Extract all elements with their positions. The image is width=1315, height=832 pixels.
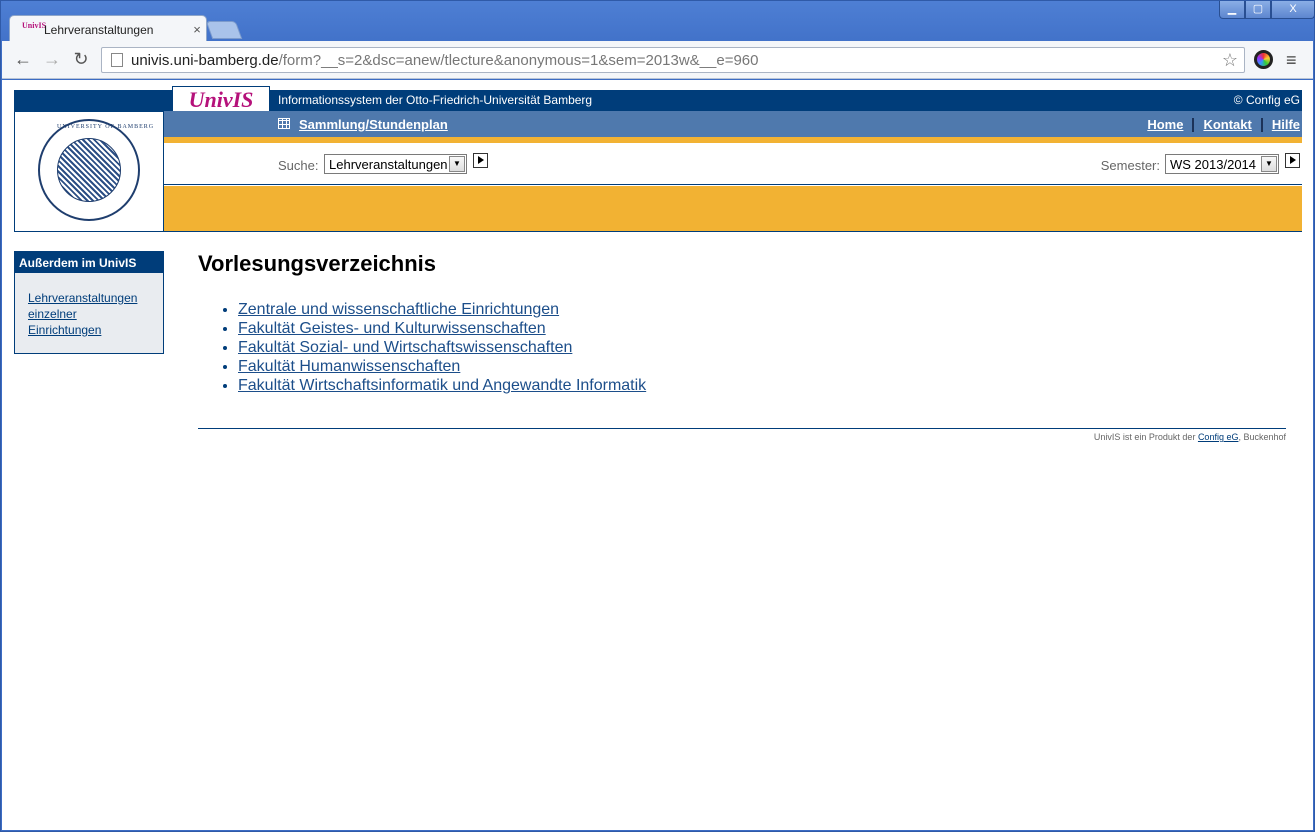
tab-strip: UnivIS Lehrveranstaltungen × [1, 1, 1314, 43]
link-separator [1260, 118, 1263, 132]
bookmark-star-icon[interactable]: ☆ [1222, 50, 1238, 71]
menu-icon[interactable]: ≡ [1286, 50, 1297, 71]
search-label: Suche: [278, 158, 319, 173]
faculty-link[interactable]: Zentrale und wissenschaftliche Einrichtu… [238, 301, 559, 318]
list-item: Fakultät Geistes- und Kulturwissenschaft… [238, 319, 1286, 338]
footer-suffix: , Buckenhof [1238, 432, 1286, 442]
top-links: Home Kontakt Hilfe [1147, 117, 1300, 132]
semester-select[interactable]: WS 2013/2014 ▼ [1165, 154, 1279, 174]
list-item: Zentrale und wissenschaftliche Einrichtu… [238, 300, 1286, 319]
faculty-link[interactable]: Fakultät Sozial- und Wirtschaftswissensc… [238, 339, 572, 356]
page-icon [111, 53, 123, 67]
univis-page: UNIVERSITY OF BAMBERG UnivIS Information… [14, 86, 1302, 442]
main-content: Vorlesungsverzeichnis Zentrale und wisse… [198, 251, 1286, 395]
nav-bar: Sammlung/Stundenplan Home Kontakt Hilfe [164, 111, 1302, 137]
search-type-select[interactable]: Lehrveranstaltungen ▼ [324, 154, 467, 174]
calendar-grid-icon [278, 118, 290, 129]
address-bar[interactable]: univis.uni-bamberg.de /form?__s=2&dsc=an… [101, 47, 1245, 73]
sidebar-box: Außerdem im UnivIS Lehrveranstaltungen e… [14, 251, 164, 354]
semester-go-button[interactable] [1285, 153, 1300, 168]
sidebar-link-lehrveranstaltungen[interactable]: Lehrveranstaltungen einzelner Einrichtun… [28, 290, 150, 338]
list-item: Fakultät Sozial- und Wirtschaftswissensc… [238, 338, 1286, 357]
seal-crest [57, 138, 121, 202]
search-go-button[interactable] [473, 153, 488, 168]
list-item: Fakultät Wirtschaftsinformatik und Angew… [238, 376, 1286, 395]
faculty-list: Zentrale und wissenschaftliche Einrichtu… [238, 300, 1286, 395]
dropdown-arrow-icon: ▼ [1261, 156, 1277, 172]
univis-favicon-icon: UnivIS [22, 20, 47, 30]
univis-logo[interactable]: UnivIS [172, 86, 270, 114]
search-bar: Suche: Lehrveranstaltungen ▼ Semester: W… [164, 143, 1302, 185]
url-path: /form?__s=2&dsc=anew/tlecture&anonymous=… [278, 51, 759, 69]
browser-tab[interactable]: UnivIS Lehrveranstaltungen × [9, 15, 207, 43]
footer-divider [198, 428, 1286, 429]
config-eg-link[interactable]: Config eG [1198, 432, 1239, 442]
orange-banner [164, 186, 1302, 232]
collection-link[interactable]: Sammlung/Stundenplan [299, 117, 448, 132]
footer: UnivIS ist ein Produkt der Config eG, Bu… [1094, 432, 1286, 442]
contact-link[interactable]: Kontakt [1203, 117, 1251, 132]
sidebar-title: Außerdem im UnivIS [15, 252, 163, 273]
semester-label: Semester: [1100, 158, 1160, 173]
page-viewport: UNIVERSITY OF BAMBERG UnivIS Information… [2, 80, 1313, 830]
title-bar: UnivIS Informationssystem der Otto-Fried… [164, 86, 1302, 114]
link-separator [1192, 118, 1195, 132]
tab-title: Lehrveranstaltungen [44, 22, 154, 37]
faculty-link[interactable]: Fakultät Humanwissenschaften [238, 358, 460, 375]
university-logo-cell: UNIVERSITY OF BAMBERG [14, 90, 164, 232]
list-item: Fakultät Humanwissenschaften [238, 357, 1286, 376]
back-icon[interactable]: ← [12, 50, 34, 70]
semester-value: WS 2013/2014 [1170, 157, 1257, 172]
dropdown-arrow-icon: ▼ [449, 156, 465, 172]
faculty-link[interactable]: Fakultät Geistes- und Kulturwissenschaft… [238, 320, 546, 337]
reload-icon[interactable]: ↻ [70, 50, 92, 70]
new-tab-button[interactable] [205, 21, 243, 39]
faculty-link[interactable]: Fakultät Wirtschaftsinformatik und Angew… [238, 377, 646, 394]
seal-text-top: UNIVERSITY OF BAMBERG [57, 124, 155, 130]
search-type-value: Lehrveranstaltungen [329, 157, 448, 172]
help-link[interactable]: Hilfe [1272, 117, 1300, 132]
forward-icon[interactable]: → [41, 50, 63, 70]
logo-topbar [15, 91, 163, 112]
home-link[interactable]: Home [1147, 117, 1183, 132]
copyright: © Config eG [1233, 93, 1300, 107]
page-header: UNIVERSITY OF BAMBERG UnivIS Information… [14, 86, 1302, 232]
footer-prefix: UnivIS ist ein Produkt der [1093, 432, 1198, 442]
url-host: univis.uni-bamberg.de [131, 51, 279, 69]
browser-window: ▁ ▢ X UnivIS Lehrveranstaltungen × ← → ↻… [0, 0, 1315, 832]
extension-icon[interactable] [1254, 50, 1273, 69]
university-seal-icon [38, 119, 140, 221]
tab-close-icon[interactable]: × [188, 22, 206, 37]
system-title: Informationssystem der Otto-Friedrich-Un… [278, 93, 593, 107]
page-title: Vorlesungsverzeichnis [198, 251, 437, 276]
browser-toolbar: ← → ↻ univis.uni-bamberg.de /form?__s=2&… [2, 41, 1313, 79]
